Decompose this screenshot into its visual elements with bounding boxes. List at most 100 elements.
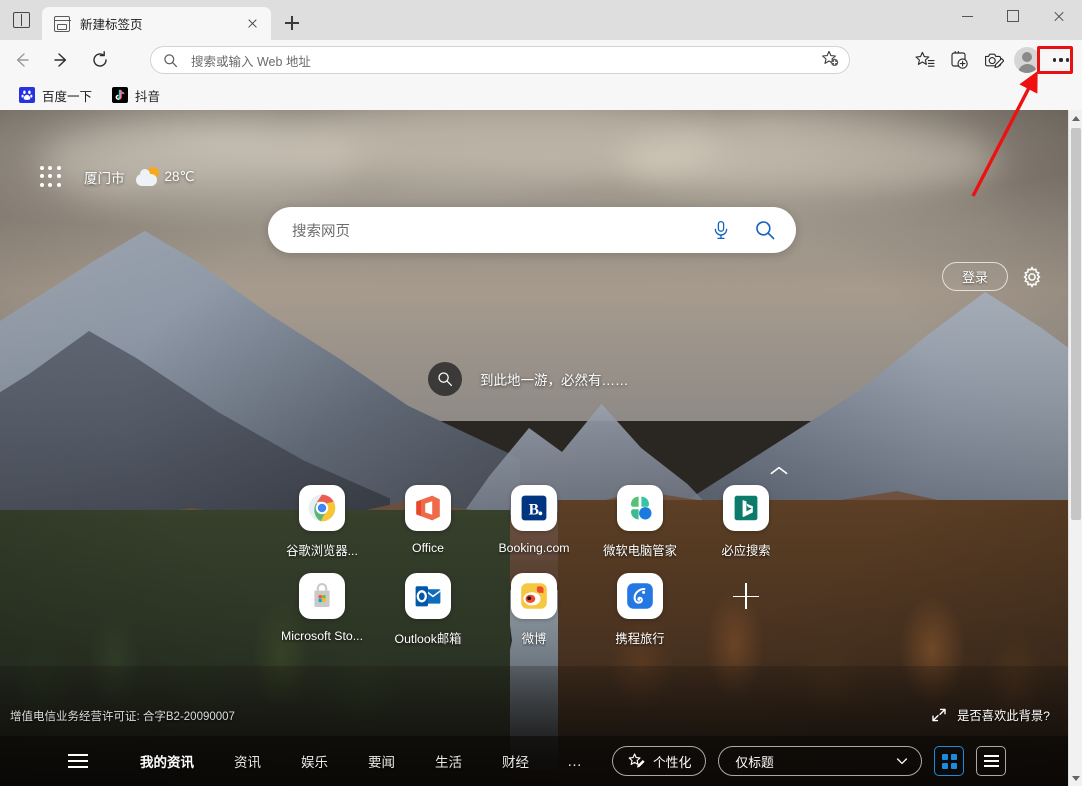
tab-search-button[interactable]	[0, 0, 42, 40]
shortcut-label: 必应搜索	[721, 544, 771, 558]
shortcut-tile[interactable]: 谷歌浏览器...	[269, 485, 375, 559]
chevron-up-icon	[770, 466, 788, 475]
personalize-label: 个性化	[653, 754, 692, 770]
list-view-icon	[983, 755, 999, 767]
ntp-search-icon[interactable]	[754, 219, 776, 241]
plus-icon	[733, 583, 759, 609]
back-button[interactable]	[5, 43, 39, 77]
bookmark-douyin[interactable]: 抖音	[105, 83, 167, 108]
tagline-text: 到此地一游，必然有……	[480, 373, 629, 388]
newtab-icon	[53, 15, 71, 32]
weather-city[interactable]: 厦门市	[84, 167, 125, 187]
shortcut-tile[interactable]: Microsoft Sto...	[269, 573, 375, 647]
bookmarks-bar: 百度一下 抖音	[0, 80, 1082, 110]
address-bar[interactable]: 搜索或输入 Web 地址	[150, 46, 850, 74]
ms-pc-manager-icon	[617, 485, 663, 531]
hamburger-menu-icon[interactable]	[68, 754, 88, 768]
microphone-icon[interactable]	[710, 219, 732, 241]
shortcut-label: 微软电脑管家	[603, 544, 677, 558]
ntp-search-box[interactable]: 搜索网页	[268, 207, 796, 253]
nav-more-button[interactable]: …	[567, 753, 584, 770]
page-settings-gear-icon	[1023, 266, 1041, 288]
nav-item-entertainment[interactable]: 娱乐	[281, 751, 348, 771]
shortcut-label: 携程旅行	[615, 632, 665, 646]
maximize-button[interactable]	[990, 0, 1036, 32]
settings-more-icon	[1047, 47, 1075, 73]
forward-button[interactable]	[44, 43, 78, 77]
layout-select-value: 仅标题	[735, 754, 774, 770]
layout-select[interactable]: 仅标题	[718, 746, 923, 776]
collections-icon	[951, 51, 968, 69]
bing-icon	[723, 485, 769, 531]
bookmark-label: 抖音	[135, 89, 161, 104]
refresh-button[interactable]	[83, 43, 117, 77]
collections-button[interactable]	[942, 43, 976, 77]
page-scrollbar[interactable]	[1068, 110, 1082, 786]
profile-button[interactable]	[1010, 43, 1044, 77]
douyin-icon	[112, 87, 129, 103]
screenshot-button[interactable]	[976, 43, 1010, 77]
grid-view-button[interactable]	[934, 746, 965, 776]
outlook-icon	[405, 573, 451, 619]
close-button[interactable]	[1036, 0, 1082, 32]
toolbar-actions	[908, 43, 1078, 77]
favorites-button[interactable]	[908, 43, 942, 77]
background-feedback-text: 是否喜欢此背景?	[957, 709, 1050, 723]
shortcut-tile[interactable]: B Booking.com	[481, 485, 587, 559]
shortcut-tile[interactable]: Office	[375, 485, 481, 559]
shortcut-tile[interactable]: 微软电脑管家	[587, 485, 693, 559]
new-tab-button[interactable]	[277, 8, 307, 38]
ntp-search-placeholder: 搜索网页	[292, 223, 350, 240]
tagline-banner[interactable]: 到此地一游，必然有……	[428, 362, 629, 396]
scrollbar-thumb[interactable]	[1071, 128, 1081, 520]
shortcut-label: Microsoft Sto...	[280, 629, 363, 643]
browser-tab[interactable]: 新建标签页	[42, 7, 271, 40]
collapse-content-button[interactable]	[770, 462, 788, 475]
profile-avatar	[1014, 47, 1040, 73]
tab-close-button[interactable]	[241, 13, 263, 35]
ctrip-icon	[617, 573, 663, 619]
office-icon	[405, 485, 451, 531]
content-nav-bar: 我的资讯 资讯 娱乐 要闻 生活 财经 … 个性化 仅标题	[0, 736, 1068, 786]
tab-title: 新建标签页	[80, 18, 143, 32]
sign-in-button[interactable]: 登录	[942, 262, 1008, 291]
nav-item-news[interactable]: 资讯	[214, 751, 281, 771]
background-feedback[interactable]: 是否喜欢此背景?	[931, 706, 1050, 724]
settings-more-button[interactable]	[1044, 43, 1078, 77]
magnifier-icon	[428, 362, 462, 396]
nav-item-life[interactable]: 生活	[415, 751, 482, 771]
partly-cloudy-icon	[135, 167, 160, 187]
address-bar-placeholder: 搜索或输入 Web 地址	[191, 54, 311, 69]
expand-arrow-icon	[932, 708, 946, 722]
shortcut-tile[interactable]: 必应搜索	[693, 485, 799, 559]
shortcut-row: 谷歌浏览器... Office B Booking.com 微软电脑管家 必应搜…	[0, 485, 1068, 559]
bookmark-label: 百度一下	[42, 89, 93, 104]
shortcut-tile[interactable]: Outlook邮箱	[375, 573, 481, 647]
nav-item-my-feed[interactable]: 我的资讯	[120, 751, 214, 771]
nav-item-finance[interactable]: 财经	[482, 751, 549, 771]
list-view-button[interactable]	[976, 746, 1007, 776]
back-arrow-icon	[16, 53, 29, 67]
ntp-header: 厦门市 28℃	[0, 156, 1068, 198]
content-nav-links: 我的资讯 资讯 娱乐 要闻 生活 财经 …	[120, 751, 584, 771]
scroll-down-icon[interactable]	[1069, 770, 1082, 786]
page-settings-button[interactable]	[1020, 265, 1044, 289]
app-launcher-icon[interactable]	[40, 166, 62, 188]
shortcut-label: Outlook邮箱	[394, 632, 462, 646]
nav-item-headlines[interactable]: 要闻	[348, 751, 415, 771]
star-plus-icon[interactable]	[819, 48, 843, 72]
add-shortcut-button[interactable]	[693, 573, 799, 647]
new-tab-page: 厦门市 28℃ 登录 搜索网页 到此地一游，必然有…… 谷歌浏览器... Off…	[0, 110, 1068, 786]
browser-window: 新建标签页 搜索或输入 Web 地址 百度一下 抖音 厦门市 28℃ 登录 搜索…	[0, 0, 1082, 786]
star-pencil-icon	[628, 753, 645, 768]
minimize-button[interactable]	[944, 0, 990, 32]
shortcut-label: 谷歌浏览器...	[286, 544, 358, 558]
baidu-icon	[19, 87, 35, 103]
personalize-button[interactable]: 个性化	[612, 746, 707, 776]
scroll-up-icon[interactable]	[1069, 110, 1082, 126]
shortcut-tile[interactable]: 微博	[481, 573, 587, 647]
shortcut-tile[interactable]: 携程旅行	[587, 573, 693, 647]
bookmark-baidu[interactable]: 百度一下	[12, 83, 99, 108]
weibo-icon	[511, 573, 557, 619]
refresh-icon	[93, 51, 107, 67]
